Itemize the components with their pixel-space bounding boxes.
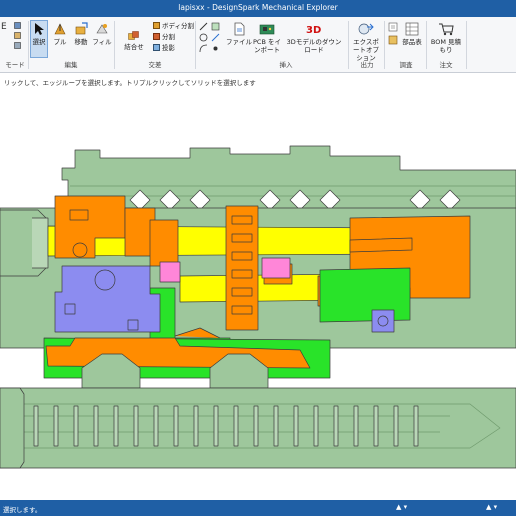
select-button[interactable]: 選択 (30, 22, 48, 46)
split-body-button[interactable]: ボディ分割 (153, 22, 194, 30)
download-3d-label: 3Dモデルのダウンロード (286, 38, 342, 54)
move-label: 移動 (74, 38, 88, 46)
plane-tool-icon[interactable] (211, 22, 220, 33)
bom-cart-icon (439, 23, 454, 36)
pink-part-2 (261, 257, 291, 279)
ribbon-separator (195, 21, 196, 69)
green-front-part (319, 267, 411, 323)
status-bar: 選択します。 ▲ ▾ ▲ ▾ (0, 500, 516, 516)
ribbon-separator (384, 21, 385, 69)
combine-icon (128, 31, 139, 40)
project-icon (153, 44, 160, 51)
circle-tool-icon[interactable] (199, 33, 208, 44)
file-label: ファイル (226, 38, 252, 46)
split-body-icon (153, 22, 160, 29)
download-3d-button[interactable]: 3D 3Dモデルのダウンロード (284, 22, 344, 54)
title-bar: lapisxx - DesignSpark Mechanical Explore… (0, 0, 516, 17)
insert-group-label: 挿入 (279, 61, 293, 69)
file-button[interactable]: ファイル (226, 22, 252, 46)
bom-quote-button[interactable]: BOM 見積もり (429, 22, 463, 54)
intersect-group-label: 交差 (148, 61, 162, 69)
window-title: lapisxx - DesignSpark Mechanical Explore… (178, 3, 338, 12)
ribbon-separator (348, 21, 349, 69)
pcb-icon (259, 24, 275, 35)
lower-body-ribs (13, 405, 419, 447)
split-icon (153, 33, 160, 40)
ribbon-separator (28, 21, 29, 69)
pcb-import-button[interactable]: PCB をインポート (252, 22, 282, 54)
status-message: 選択します。 (3, 506, 42, 514)
status-up-icon[interactable]: ▲ ▾ (396, 503, 407, 511)
pink-part-1 (159, 261, 181, 283)
axis-tool-icon[interactable] (211, 33, 220, 44)
line-tool-icon[interactable] (199, 22, 208, 33)
file-icon (234, 22, 245, 36)
pull-label: プル (53, 38, 67, 46)
parts-table-icon (405, 22, 419, 36)
export-options-button[interactable]: エクスポートオプション (351, 22, 381, 62)
edit-group-label: 編集 (64, 61, 78, 69)
point-tool-icon[interactable] (211, 44, 220, 55)
procure-icon-2[interactable] (388, 35, 398, 47)
export-icon (358, 23, 374, 35)
split-body-label: ボディ分割 (162, 22, 195, 30)
arc-tool-icon[interactable] (199, 44, 208, 55)
mode-sketch-icon[interactable]: E (1, 21, 11, 33)
split-button[interactable]: 分割 (153, 33, 175, 41)
fill-icon (96, 24, 108, 34)
ribbon-toolbar: E モード 選択 プル 移動 フィル 編集 結合せ ボディ分割 分割 投影 交差… (0, 17, 516, 73)
download-3d-icon: 3D (306, 25, 321, 36)
ribbon-separator (426, 21, 427, 69)
move-button[interactable]: 移動 (71, 22, 91, 46)
project-label: 投影 (162, 44, 175, 52)
pull-button[interactable]: プル (50, 22, 70, 46)
badge-3d: 3D (306, 25, 321, 36)
procure-group-label: 調査 (399, 61, 413, 69)
combine-label: 結合せ (124, 43, 144, 51)
move-icon (75, 22, 88, 35)
model-viewport[interactable] (0, 88, 516, 500)
fill-label: フィル (92, 38, 112, 46)
pull-icon (54, 23, 66, 35)
selection-hint: リックして、エッジループを選択します。トリプルクリックしてソリッドを選択します (0, 74, 516, 87)
project-button[interactable]: 投影 (153, 44, 175, 52)
parts-table-label: 部品表 (402, 38, 422, 46)
ribbon-separator (114, 21, 115, 69)
fill-button[interactable]: フィル (92, 22, 112, 46)
combine-button[interactable]: 結合せ (117, 31, 151, 51)
parts-table-button[interactable]: 部品表 (400, 22, 424, 46)
mode-icon-3[interactable] (14, 42, 22, 52)
split-label: 分割 (162, 33, 175, 41)
svg-text:E: E (1, 22, 7, 31)
status-up-icon-2[interactable]: ▲ ▾ (486, 503, 497, 511)
select-arrow-icon (35, 23, 44, 35)
mode-icon-2[interactable] (14, 32, 22, 42)
order-group-label: 注文 (439, 61, 453, 69)
mode-icon-1[interactable] (14, 22, 22, 32)
mode-group-label: モード (5, 61, 25, 69)
pcb-import-label: PCB をインポート (253, 38, 281, 54)
model-canvas[interactable] (0, 88, 516, 500)
procure-icon-1[interactable] (388, 22, 398, 34)
output-group-label: 出力 (360, 61, 374, 69)
bom-quote-label: BOM 見積もり (430, 38, 462, 54)
ribbon-separator (466, 21, 467, 69)
select-label: 選択 (32, 38, 46, 46)
